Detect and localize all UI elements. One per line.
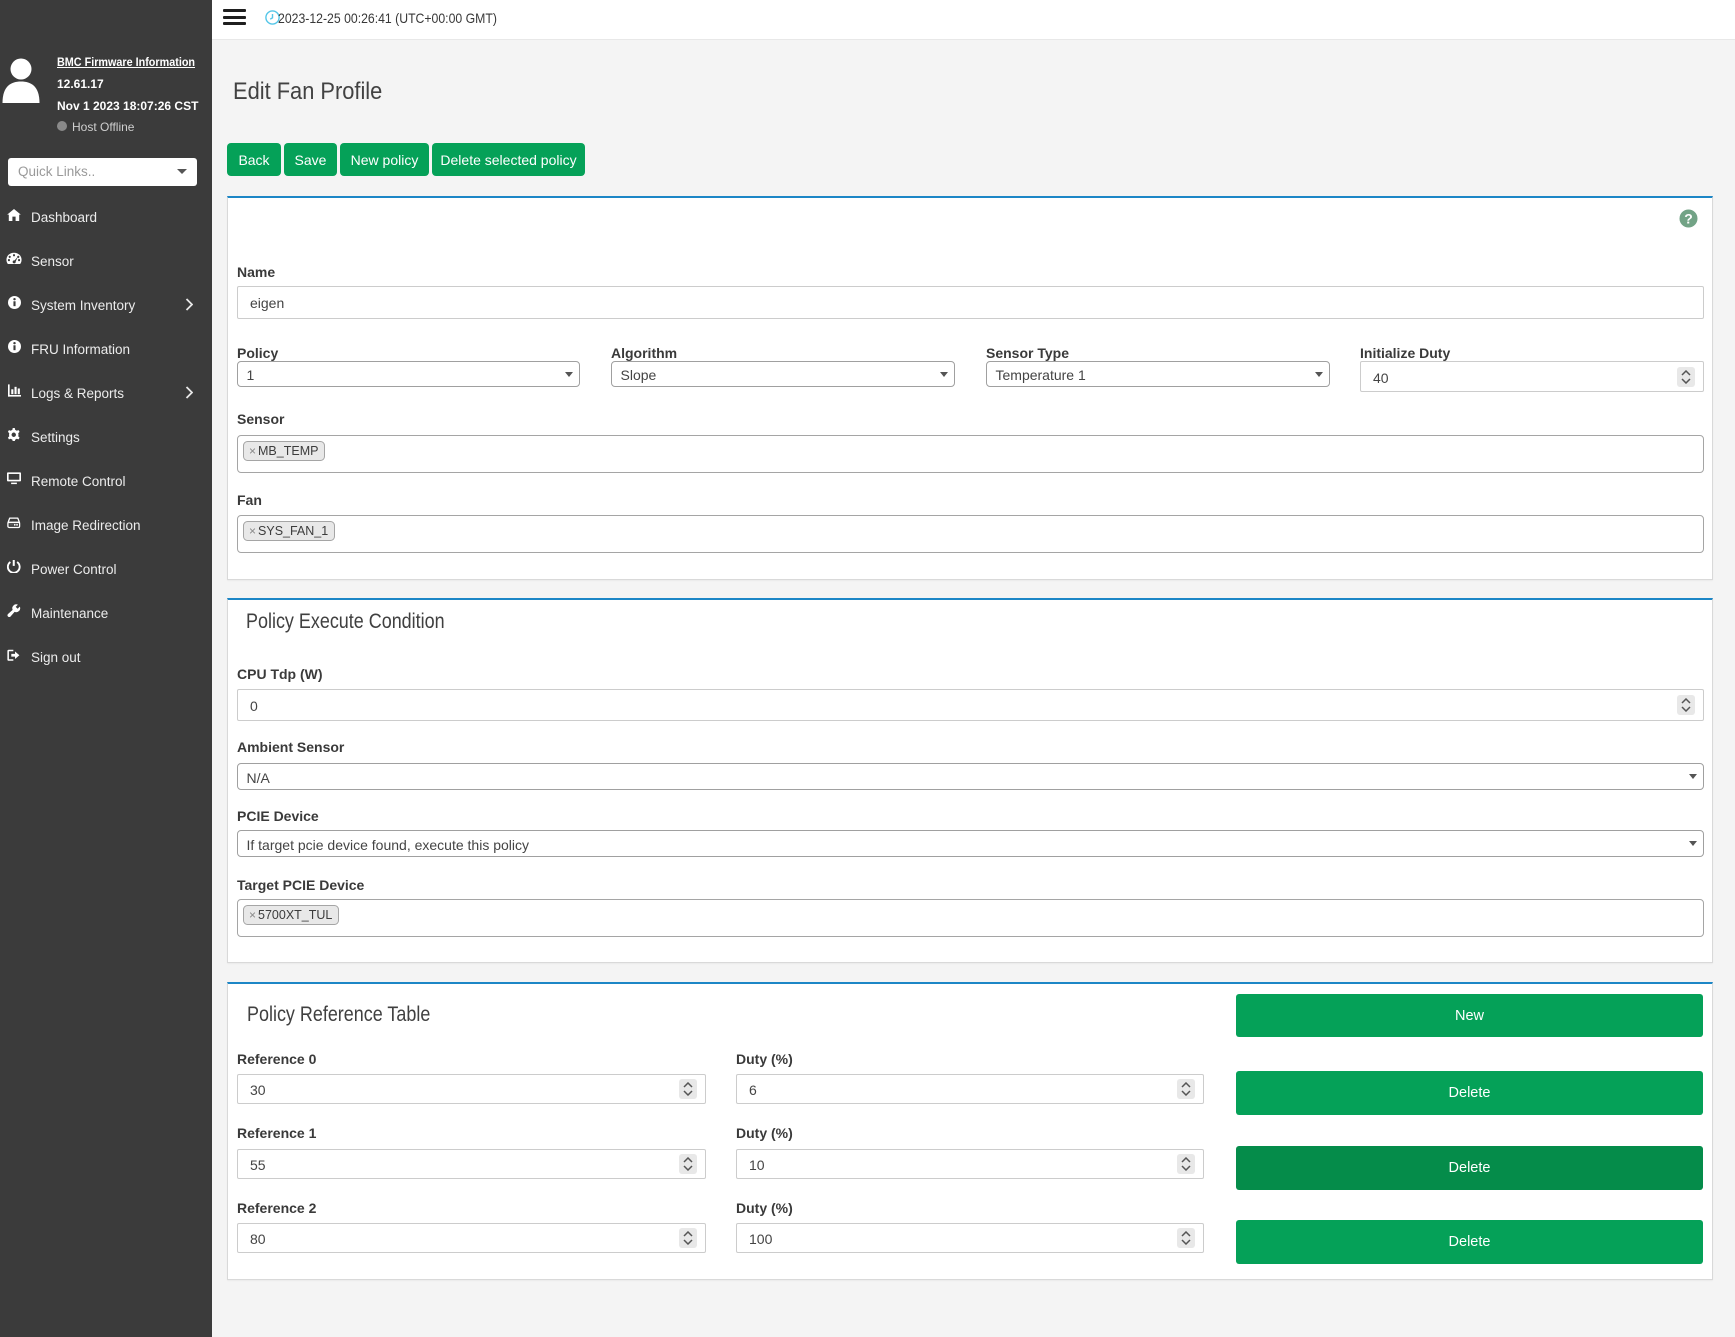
- svg-text:?: ?: [1684, 211, 1693, 227]
